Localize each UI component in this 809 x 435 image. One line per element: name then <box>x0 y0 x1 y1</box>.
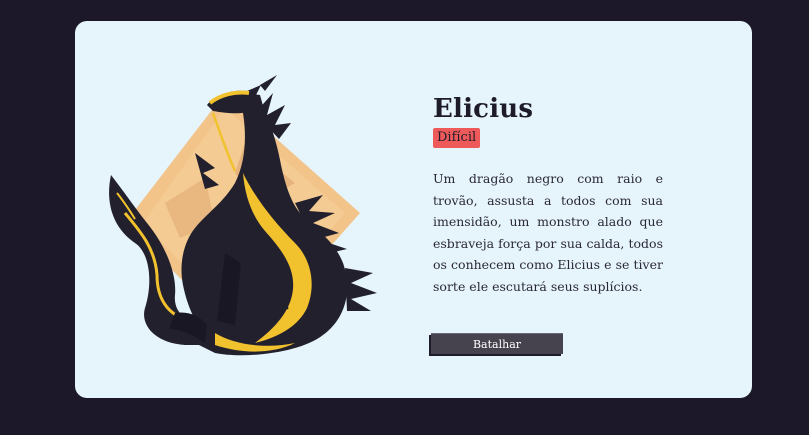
monster-name: Elicius <box>433 94 534 124</box>
monster-info: Elicius Difícil Um dragão negro com raio… <box>433 93 663 297</box>
dragon-illustration <box>109 75 377 356</box>
difficulty-badge: Difícil <box>433 128 481 148</box>
battle-button[interactable]: Batalhar <box>431 333 563 354</box>
monster-card: Elicius Difícil Um dragão negro com raio… <box>75 21 752 398</box>
monster-description: Um dragão negro com raio e trovão, assus… <box>433 171 663 294</box>
